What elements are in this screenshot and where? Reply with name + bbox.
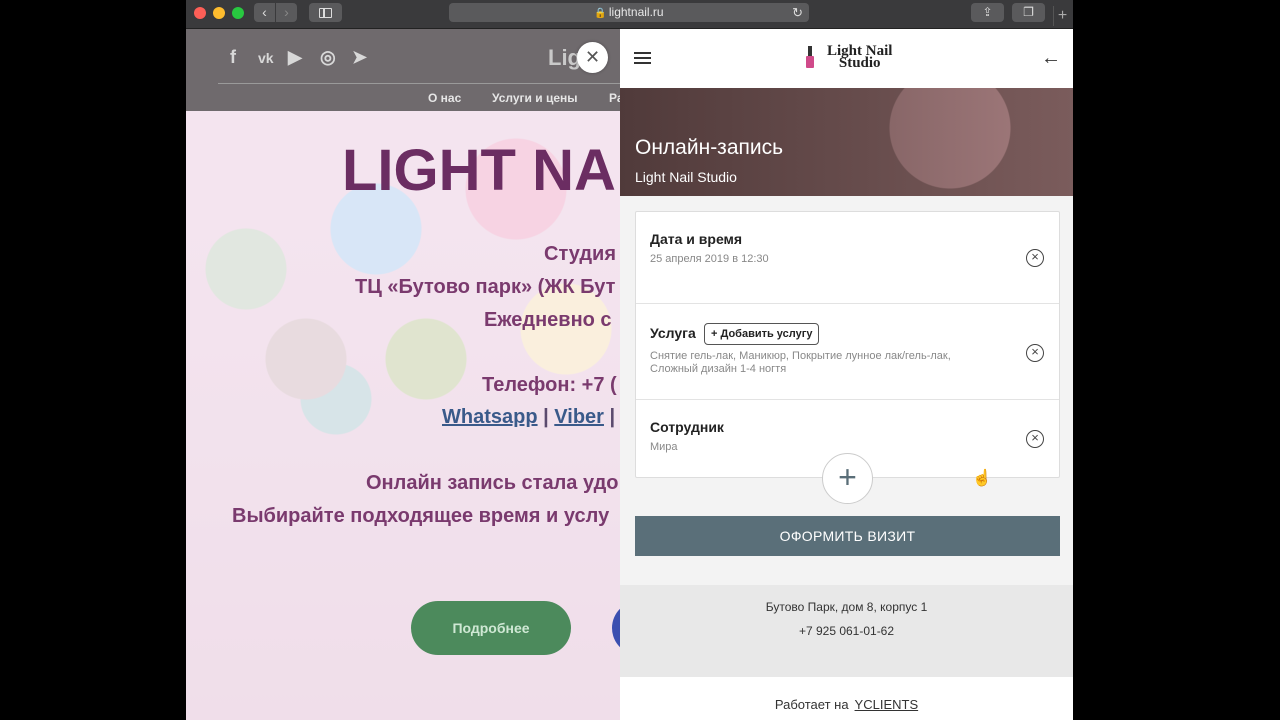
service-title: Услуга: [650, 325, 696, 341]
site-menu-item[interactable]: Ра: [609, 91, 620, 105]
widget-hero: Онлайн-запись Light Nail Studio: [620, 88, 1073, 196]
booking-widget: Light Nail Studio ← Онлайн-запись Light N…: [620, 29, 1073, 720]
youtube-icon[interactable]: ▶: [288, 47, 302, 68]
site-header: f vk ▶ ◎ ➤ Lig О нас Услуги и цены Ра: [186, 29, 620, 111]
site-text-line: Выбирайте подходящее время и услу: [232, 505, 610, 527]
url-text: lightnail.ru: [608, 5, 664, 19]
booking-summary-card: Дата и время 25 апреля 2019 в 12:30 × Ус…: [635, 211, 1060, 478]
datetime-value: 25 апреля 2019 в 12:30: [650, 253, 769, 265]
staff-title: Сотрудник: [650, 419, 724, 435]
minimize-window-button[interactable]: [213, 7, 225, 19]
zoom-window-button[interactable]: [232, 7, 244, 19]
facebook-icon[interactable]: f: [230, 47, 236, 68]
screen: ‹ › 🔒 lightnail.ru ↻ ⇪ ❐ + f vk ▶ ◎ ➤ Lig…: [0, 0, 1280, 720]
whatsapp-link[interactable]: Whatsapp: [442, 406, 538, 428]
back-arrow-icon[interactable]: ←: [1041, 47, 1061, 70]
instagram-icon[interactable]: ◎: [320, 47, 336, 68]
remove-staff-icon[interactable]: ×: [1026, 430, 1044, 448]
menu-icon[interactable]: [634, 52, 651, 65]
link-separator: |: [609, 406, 616, 428]
hand-cursor-icon: ☝: [972, 470, 992, 487]
divider: [218, 83, 620, 84]
widget-logo: Light Nail Studio: [827, 43, 893, 71]
powered-by-label: Работает на: [774, 697, 849, 712]
sidebar-toggle-button[interactable]: [309, 3, 342, 22]
powered-by: Работает на YCLIENTS: [620, 677, 1073, 720]
forward-button[interactable]: ›: [276, 3, 297, 22]
viber-link[interactable]: Viber: [554, 406, 604, 428]
datetime-row[interactable]: Дата и время 25 апреля 2019 в 12:30 ×: [636, 212, 1059, 304]
studio-contacts: Бутово Парк, дом 8, корпус 1 +7 925 061-…: [620, 585, 1073, 677]
staff-value: Мира: [650, 441, 678, 453]
new-tab-button[interactable]: +: [1053, 6, 1071, 26]
close-overlay-button[interactable]: ✕: [577, 42, 608, 73]
service-value: Снятие гель-лак, Маникюр, Покрытие лунно…: [650, 350, 951, 375]
widget-header: Light Nail Studio ←: [620, 29, 1073, 88]
studio-phone[interactable]: +7 925 061-01-62: [620, 624, 1073, 638]
site-text-line: ТЦ «Бутово парк» (ЖК Бут: [355, 276, 616, 298]
studio-name: Light Nail Studio: [635, 169, 737, 185]
add-booking-button[interactable]: +: [822, 453, 873, 504]
site-menu-services[interactable]: Услуги и цены: [492, 91, 578, 105]
service-row[interactable]: Услуга + Добавить услугу Снятие гель-лак…: [636, 304, 1059, 400]
nail-polish-icon: [805, 46, 815, 68]
close-window-button[interactable]: [194, 7, 206, 19]
messenger-links: Whatsapp | Viber |: [442, 406, 615, 429]
submit-visit-button[interactable]: ОФОРМИТЬ ВИЗИТ: [635, 516, 1060, 556]
link-separator: |: [543, 406, 549, 428]
site-text-line: Студия: [544, 243, 617, 265]
more-button[interactable]: Подробнее: [411, 601, 571, 655]
site-title: LIGHT NA: [342, 138, 616, 203]
background-site: f vk ▶ ◎ ➤ Lig О нас Услуги и цены Ра LI…: [186, 29, 620, 720]
remove-datetime-icon[interactable]: ×: [1026, 249, 1044, 267]
browser-toolbar: ‹ › 🔒 lightnail.ru ↻ ⇪ ❐ +: [186, 0, 1073, 29]
site-text-line: Телефон: +7 (: [482, 374, 617, 396]
reload-icon[interactable]: ↻: [792, 3, 803, 22]
site-text-line: Ежедневно с: [484, 309, 612, 331]
site-menu-about[interactable]: О нас: [428, 91, 461, 105]
yclients-link[interactable]: YCLIENTS: [855, 697, 919, 712]
remove-service-icon[interactable]: ×: [1026, 344, 1044, 362]
address-bar[interactable]: 🔒 lightnail.ru ↻: [449, 3, 809, 22]
telegram-icon[interactable]: ➤: [352, 47, 367, 68]
share-button[interactable]: ⇪: [971, 3, 1004, 22]
vk-icon[interactable]: vk: [258, 50, 274, 66]
datetime-title: Дата и время: [650, 231, 743, 247]
sidebar-icon: [319, 8, 332, 18]
lock-icon: 🔒: [594, 8, 607, 19]
site-text-line: Онлайн запись стала удо: [366, 472, 619, 494]
back-button[interactable]: ‹: [254, 3, 275, 22]
tab-overview-button[interactable]: ❐: [1012, 3, 1045, 22]
add-service-button[interactable]: + Добавить услугу: [704, 323, 820, 345]
studio-address: Бутово Парк, дом 8, корпус 1: [765, 600, 928, 614]
page-title: Онлайн-запись: [635, 136, 784, 159]
